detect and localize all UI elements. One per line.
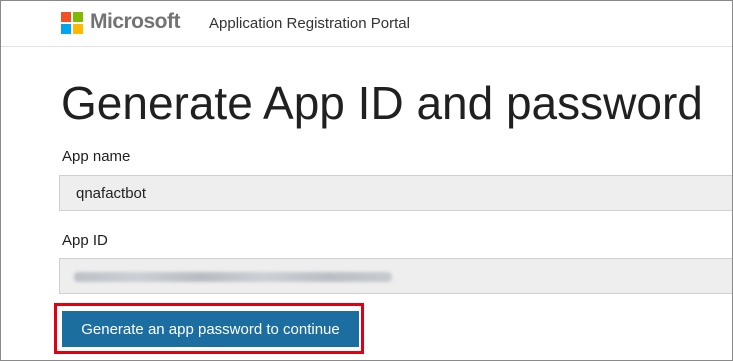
generate-password-button[interactable]: Generate an app password to continue — [62, 311, 359, 347]
app-id-label: App ID — [62, 232, 108, 249]
logo-square-red — [61, 12, 71, 22]
app-name-label: App name — [62, 148, 131, 165]
page-frame: Microsoft Application Registration Porta… — [0, 0, 733, 361]
brand-name[interactable]: Microsoft — [90, 10, 181, 34]
app-id-value-obscured — [74, 272, 392, 282]
portal-title[interactable]: Application Registration Portal — [209, 15, 410, 32]
app-name-value: qnafactbot — [76, 185, 147, 202]
top-header: Microsoft Application Registration Porta… — [1, 1, 732, 47]
logo-square-blue — [61, 24, 71, 34]
logo-square-green — [73, 12, 83, 22]
logo-square-yellow — [73, 24, 83, 34]
app-name-field: qnafactbot — [59, 175, 732, 211]
microsoft-logo-icon[interactable] — [61, 12, 83, 34]
page-title: Generate App ID and password — [61, 77, 703, 129]
app-id-field — [59, 258, 732, 294]
